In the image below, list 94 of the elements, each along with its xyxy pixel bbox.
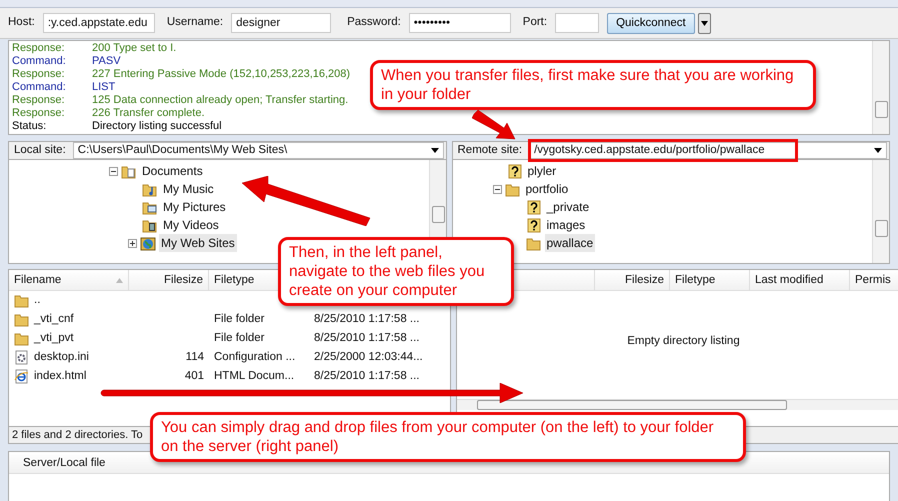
file-modified: 8/25/2010 1:17:58 ... (314, 370, 420, 382)
tree-item[interactable]: images (544, 216, 588, 234)
tree-item[interactable]: _private (544, 198, 592, 216)
host-field[interactable]: :y.ced.appstate.edu (42, 13, 155, 33)
folder-icon (526, 236, 542, 250)
question-folder-icon (526, 200, 542, 214)
file-type: Configuration ... (214, 350, 296, 363)
port-field[interactable] (555, 13, 600, 33)
question-folder-icon (526, 218, 542, 232)
sort-icon (116, 278, 123, 282)
username-field[interactable]: designer (231, 13, 332, 33)
log-message: 125 Data connection already open; Transfer starting. (92, 94, 348, 107)
music-folder-icon (142, 182, 158, 196)
log-label: Response: (12, 42, 66, 55)
path-text: C:\Users\Paul\Documents\My Web Sites\ (78, 143, 288, 158)
file-size: 401 (184, 370, 204, 382)
field-label: Port: (522, 15, 548, 30)
log-message: LIST (92, 81, 116, 94)
file-modified: 8/25/2010 1:17:58 ... (314, 332, 420, 344)
web-page-icon (14, 369, 30, 384)
callout: Then, in the left panel, navigate to the web files you create on your computer (278, 237, 514, 306)
log-message: PASV (92, 55, 121, 68)
file-name[interactable]: .. (34, 292, 40, 310)
file-name[interactable]: index.html (34, 368, 86, 386)
log-message: 226 Transfer complete. (92, 107, 205, 120)
status-text: 2 files and 2 directories. To (12, 429, 143, 441)
file-modified: 8/25/2010 1:17:58 ... (314, 312, 420, 325)
column-header[interactable]: Filetype (214, 274, 254, 286)
callout: You can simply drag and drop files from your computer (on the left) to your folder on the server (right panel) (150, 412, 746, 462)
document-folder-icon (121, 164, 137, 178)
field-label: Host: (8, 15, 35, 30)
caret-icon (430, 148, 438, 153)
password-field[interactable]: ••••••••• (408, 13, 511, 33)
tree-item[interactable]: pwallace (544, 234, 596, 252)
tree-item[interactable]: My Web Sites (159, 234, 237, 252)
file-name[interactable]: _vti_pvt (34, 330, 74, 348)
column-header[interactable]: Filetype (675, 274, 716, 286)
tree-item[interactable]: Documents (140, 162, 205, 180)
folder-icon (14, 293, 30, 308)
file-size: 114 (186, 350, 204, 363)
site-label: Remote site: (456, 142, 524, 158)
tree-item[interactable]: My Music (161, 180, 216, 198)
collapse-icon[interactable] (109, 166, 118, 176)
site-label: Local site: (13, 142, 67, 158)
file-type: File folder (214, 312, 264, 325)
field-label: Password: (347, 15, 401, 30)
path-text: /vygotsky.ced.appstate.edu/portfolio/pwallace (528, 139, 798, 162)
question-folder-icon (506, 164, 522, 178)
pictures-folder-icon (142, 200, 158, 214)
column-header[interactable]: Server/Local file (23, 457, 106, 469)
folder-icon (504, 182, 520, 196)
scrollbar-thumb[interactable] (875, 101, 888, 118)
dropdown-button[interactable] (698, 12, 711, 34)
path-dropdown[interactable]: C:\Users\Paul\Documents\My Web Sites\ (72, 142, 444, 159)
scrollbar-thumb[interactable] (432, 206, 444, 223)
collapse-icon[interactable] (492, 184, 502, 194)
arrow (472, 110, 516, 140)
file-name[interactable]: desktop.ini (34, 348, 89, 366)
folder-icon (14, 312, 30, 327)
caret-icon (700, 20, 708, 26)
settings-file-icon (14, 350, 30, 365)
tree-item[interactable]: My Pictures (161, 198, 228, 216)
column-header[interactable]: Filesize (625, 274, 664, 286)
empty-listing-message: Empty directory listing (627, 335, 740, 347)
column-header[interactable]: Last modified (755, 274, 824, 286)
log-label: Response: (12, 68, 66, 81)
log-label: Command: (12, 81, 67, 94)
quickconnect-button[interactable]: Quickconnect (607, 12, 695, 34)
scrollbar-thumb[interactable] (477, 400, 787, 410)
log-label: Response: (12, 94, 66, 107)
folder-icon (14, 331, 30, 346)
log-message: 200 Type set to I. (92, 42, 176, 55)
log-label: Response: (12, 107, 66, 120)
file-type: File folder (214, 332, 264, 344)
caret-icon (874, 148, 882, 153)
column-header[interactable]: Permis (855, 274, 891, 286)
log-label: Command: (12, 55, 67, 68)
tree-item[interactable]: portfolio (524, 180, 570, 198)
callout: When you transfer files, first make sure that you are working in your folder (370, 60, 816, 110)
globe-icon (140, 236, 156, 250)
tree-item[interactable]: plyler (526, 162, 558, 180)
file-modified: 2/25/2000 12:03:44... (314, 350, 423, 363)
expand-icon[interactable] (128, 238, 137, 248)
tree-item[interactable]: My Videos (161, 216, 221, 234)
column-header[interactable]: Filename (14, 270, 62, 290)
log-message: Directory listing successful (92, 120, 222, 133)
file-name[interactable]: _vti_cnf (34, 310, 74, 328)
log-message: 227 Entering Passive Mode (152,10,253,223,16,208) (92, 68, 350, 81)
column-header[interactable]: Filesize (164, 274, 203, 286)
videos-folder-icon (142, 218, 158, 232)
file-type: HTML Docum... (214, 370, 294, 382)
field-label: Username: (166, 15, 224, 30)
scrollbar-thumb[interactable] (875, 220, 888, 237)
log-label: Status: (12, 120, 48, 133)
